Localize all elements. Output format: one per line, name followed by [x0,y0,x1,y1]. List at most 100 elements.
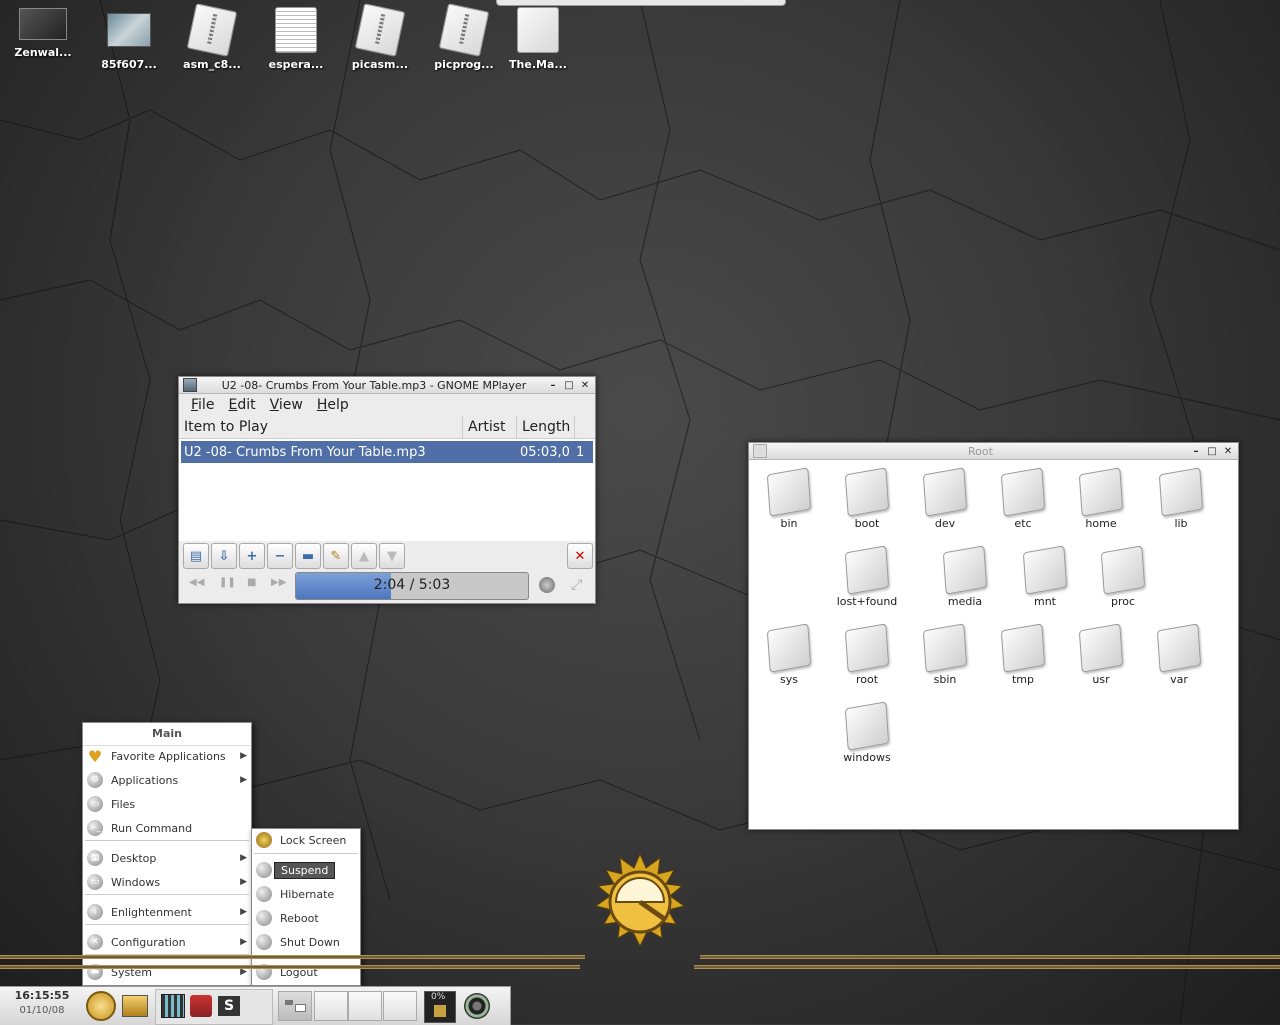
menu-item-lock-screen[interactable]: Lock Screen [252,829,360,851]
folder-item[interactable]: home [1062,467,1140,530]
column-artist[interactable]: Artist [463,416,517,438]
menu-help[interactable]: Help [311,397,355,413]
menu-item-suspend[interactable]: Suspend [252,859,360,881]
menu-item-desktop[interactable]: ▦ Desktop ▶ [83,847,251,869]
pager-desk-4[interactable] [383,991,417,1021]
window-title: U2 -08- Crumbs From Your Table.mp3 - GNO… [221,378,527,392]
menu-item-enlightenment[interactable]: i Enlightenment ▶ [83,901,251,923]
folder-item[interactable]: proc [1084,545,1162,608]
package-manager-icon[interactable] [186,991,216,1021]
menu-view[interactable]: View [264,397,309,413]
desktop-show-icon[interactable] [120,991,150,1021]
clock[interactable]: 16:15:55 01/10/08 [0,987,84,1016]
cpu-usage: 0% [431,992,446,1002]
fullscreen-icon[interactable]: ⤢ [571,577,582,593]
stop-icon[interactable]: ■ [247,577,256,588]
filemanager-titlebar[interactable]: Root – □ ✕ [749,443,1238,460]
menu-item-favorite-applications[interactable]: ♥ Favorite Applications ▶ [83,745,251,767]
folder-item[interactable]: lib [1142,467,1220,530]
column-item[interactable]: Item to Play [179,416,463,438]
close-playlist-icon[interactable]: ✕ [567,543,593,569]
desktop-icon-85f607[interactable]: 85f607... [89,8,169,71]
folder-item[interactable]: tmp [984,623,1062,686]
menu-item-files[interactable]: ▭ Files [83,793,251,815]
move-up-icon[interactable]: ▲ [351,543,377,569]
close-icon[interactable]: ✕ [1222,445,1234,457]
pause-icon[interactable]: ❚❚ [219,577,236,588]
menu-item-reboot[interactable]: Reboot [252,907,360,929]
menu-item-label: Suspend [274,861,336,879]
folder-label: bin [780,517,798,530]
hibernate-icon [256,886,272,902]
desktop-icon-zenwalk[interactable]: Zenwal... [3,8,83,59]
folder-item[interactable]: sys [750,623,828,686]
folder-item[interactable]: dev [906,467,984,530]
minimize-icon[interactable]: – [1190,445,1202,457]
menu-item-applications[interactable]: ⚙ Applications ▶ [83,769,251,791]
folder-item[interactable]: media [926,545,1004,608]
window-title: Root [968,444,993,458]
desktop-icon-thema[interactable]: The.Ma... [498,7,578,71]
menu-edit[interactable]: Edit [222,397,261,413]
folder-item[interactable]: windows [828,701,906,764]
desktop-icon-picprog[interactable]: picprog... [424,3,504,71]
maximize-icon[interactable]: □ [1206,445,1218,457]
move-down-icon[interactable]: ▼ [379,543,405,569]
clear-icon[interactable]: ✎ [323,543,349,569]
menu-item-configuration[interactable]: ✕ Configuration ▶ [83,931,251,953]
close-icon[interactable]: ✕ [579,379,591,391]
menu-item-run-command[interactable]: >_ Run Command [83,817,251,839]
desktop-icon-label: 85f607... [101,58,157,71]
menu-separator [85,894,249,895]
pager-desk-1[interactable] [278,991,312,1021]
folder-icon [766,467,812,517]
progress-bar[interactable]: 2:04 / 5:03 [295,572,529,600]
open-playlist-icon[interactable]: ▤ [183,543,209,569]
desktop-icon-asm[interactable]: asm_c8... [172,3,252,71]
save-playlist-icon[interactable]: ⇩ [211,543,237,569]
mixer-icon[interactable] [462,991,492,1021]
menu-file[interactable]: File [185,397,220,413]
volume-icon[interactable] [539,577,555,593]
minimize-icon[interactable]: – [547,379,559,391]
folder-item[interactable]: bin [750,467,828,530]
folder-icon [844,467,890,517]
media-player-icon[interactable] [158,991,188,1021]
menu-item-label: Reboot [280,911,319,925]
playlist-row[interactable]: U2 -08- Crumbs From Your Table.mp3 05:03… [181,441,593,463]
menu-item-label: Files [111,797,136,811]
menu-item-windows[interactable]: ▭ Windows ▶ [83,871,251,893]
folder-item[interactable]: sbin [906,623,984,686]
image-icon [19,8,67,40]
folder-icon [766,623,812,673]
pager-desk-2[interactable] [314,991,348,1021]
rewind-icon[interactable]: ◀◀ [189,577,204,588]
folder-icon [1078,623,1124,673]
add-icon[interactable]: + [239,543,265,569]
folder-item[interactable]: usr [1062,623,1140,686]
menu-item-shut-down[interactable]: Shut Down [252,931,360,953]
chevron-right-icon: ▶ [240,853,247,863]
column-length[interactable]: Length [517,416,575,438]
folder-item[interactable]: var [1140,623,1218,686]
folder-item[interactable]: boot [828,467,906,530]
terminal-launcher-icon[interactable]: S [214,991,244,1021]
menu-item-hibernate[interactable]: Hibernate [252,883,360,905]
folder-item[interactable]: lost+found [828,545,906,608]
cpu-monitor-icon[interactable]: 0% [424,991,456,1023]
folder-icon [1000,467,1046,517]
folder-icon[interactable]: ▬ [295,543,321,569]
pager-desk-3[interactable] [348,991,382,1021]
maximize-icon[interactable]: □ [563,379,575,391]
folder-item[interactable]: root [828,623,906,686]
desktop-icon-espera[interactable]: espera... [256,7,336,71]
remove-icon[interactable]: − [267,543,293,569]
start-menu-icon[interactable] [86,991,116,1021]
folder-label: var [1170,673,1188,686]
chevron-right-icon: ▶ [240,775,247,785]
mplayer-titlebar[interactable]: U2 -08- Crumbs From Your Table.mp3 - GNO… [179,377,595,394]
fast-forward-icon[interactable]: ▶▶ [271,577,286,588]
desktop-icon-picasm[interactable]: picasm... [340,3,420,71]
folder-item[interactable]: etc [984,467,1062,530]
folder-item[interactable]: mnt [1006,545,1084,608]
